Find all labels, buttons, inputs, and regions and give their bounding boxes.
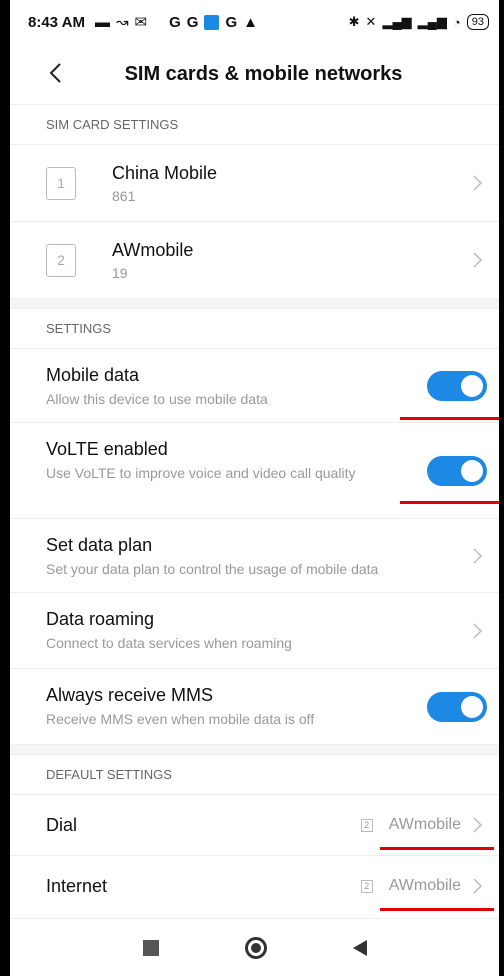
chevron-right-icon [473, 878, 483, 894]
section-header-sim: SIM CARD SETTINGS [10, 104, 499, 144]
volte-toggle[interactable] [427, 455, 487, 486]
signal-icon: ▂▄▆ [382, 14, 412, 29]
sim-card-name: AWmobile [112, 239, 194, 260]
default-dial-value: AWmobile [388, 816, 461, 833]
mobile-data-toggle[interactable] [427, 370, 487, 401]
setting-data-plan[interactable]: Set data plan Set your data plan to cont… [10, 518, 499, 592]
status-bar: 8:43 AM ▬ ↝ ✉ G G G ▲ ✱ ✕ ▂▄▆ ▂▄▆ ◔ 93 [10, 0, 499, 44]
annotation-underline [400, 501, 499, 504]
gmail-icon: ✉ [134, 14, 148, 31]
setting-data-roaming[interactable]: Data roaming Connect to data services wh… [10, 592, 499, 668]
section-divider [10, 744, 499, 754]
sim-card-name: China Mobile [112, 162, 218, 183]
missed-call-icon: ↝ [115, 14, 129, 31]
default-internet-value: AWmobile [388, 877, 461, 894]
home-icon[interactable] [244, 936, 267, 959]
sim-card-number: 19 [112, 264, 128, 281]
chevron-right-icon [473, 175, 483, 191]
sim-card-number: 861 [112, 187, 136, 204]
google-icon: G [186, 13, 199, 31]
lte-signal-icon: ▂▄▆ [417, 14, 447, 29]
setting-always-mms[interactable]: Always receive MMS Receive MMS even when… [10, 668, 499, 744]
sim-card-row[interactable]: 1 China Mobile 861 [10, 144, 499, 221]
warning-icon: ▲ [243, 13, 258, 31]
sim-card-row[interactable]: 2 AWmobile 19 [10, 221, 499, 298]
back-button[interactable] [40, 58, 70, 88]
notification-icons: ▬ ↝ ✉ G G G ▲ [94, 13, 258, 32]
google-icon: G [169, 13, 181, 31]
default-internet-row[interactable]: Internet 2 AWmobile [10, 855, 499, 916]
status-time: 8:43 AM [28, 13, 85, 31]
sim-card-icon: 2 [46, 243, 76, 277]
annotation-underline [380, 847, 494, 850]
always-mms-toggle[interactable] [427, 691, 487, 722]
screen: 8:43 AM ▬ ↝ ✉ G G G ▲ ✱ ✕ ▂▄▆ ▂▄▆ ◔ 93 S… [10, 0, 499, 976]
setting-volte[interactable]: VoLTE enabled Use VoLTE to improve voice… [10, 422, 499, 518]
default-dial-row[interactable]: Dial 2 AWmobile [10, 794, 499, 855]
recents-icon[interactable] [142, 939, 159, 956]
message-icon: ▬ [94, 13, 110, 31]
chevron-right-icon [473, 547, 483, 564]
chevron-right-icon [473, 622, 483, 639]
section-header-settings: SETTINGS [10, 308, 499, 348]
system-icons: ✱ ✕ ▂▄▆ ▂▄▆ ◔ 93 [349, 14, 489, 30]
wifi-icon: ◔ [452, 14, 461, 30]
mute-icon: ✕ [365, 14, 377, 29]
navigation-bar [10, 918, 499, 976]
annotation-underline [400, 417, 499, 420]
header: SIM cards & mobile networks [10, 44, 499, 104]
annotation-underline [380, 908, 494, 911]
back-icon[interactable] [352, 939, 367, 956]
sim-card-icon: 2 [360, 879, 373, 893]
chevron-right-icon [473, 252, 483, 268]
page-title: SIM cards & mobile networks [124, 62, 403, 85]
sim-card-icon: 1 [46, 166, 76, 200]
chevron-right-icon [473, 817, 483, 833]
google-icon: G [225, 13, 238, 31]
section-divider [10, 298, 499, 308]
section-header-default: DEFAULT SETTINGS [10, 754, 499, 794]
app-icon [204, 14, 220, 30]
sim-card-icon: 2 [360, 818, 373, 832]
chevron-left-icon [49, 63, 61, 83]
setting-mobile-data[interactable]: Mobile data Allow this device to use mob… [10, 348, 499, 422]
bluetooth-icon: ✱ [348, 14, 360, 29]
battery-icon: 93 [466, 14, 489, 30]
